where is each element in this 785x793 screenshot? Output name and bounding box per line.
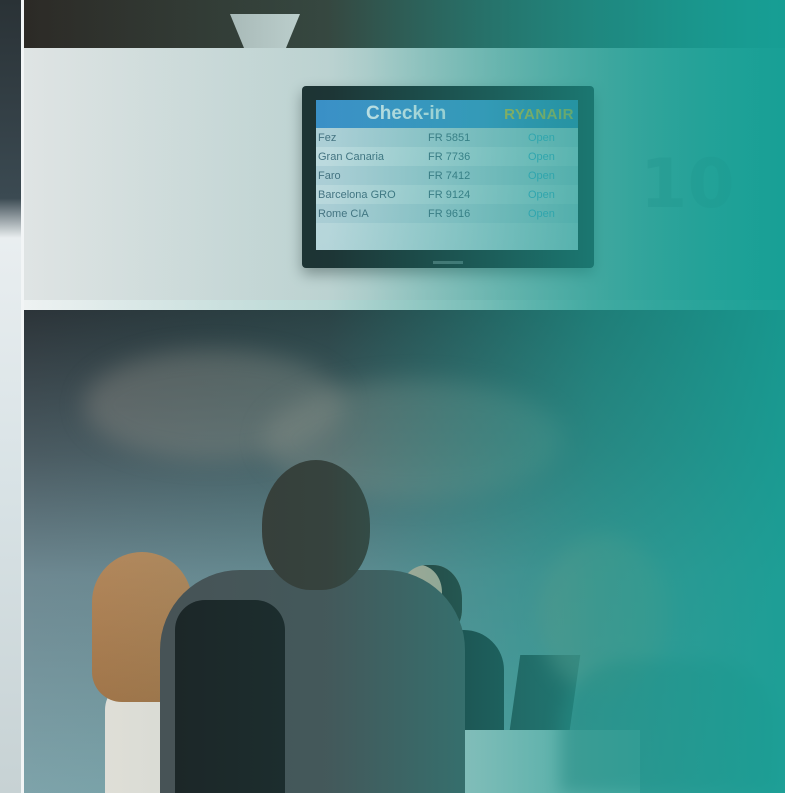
monitor-logo [433,261,463,264]
airport-checkin-scene: 10 Check-in RYANAIR Fez FR 5851 Open Gra… [0,0,785,793]
flight-destination: Barcelona GRO [318,188,396,201]
ceiling [24,0,785,48]
flight-list: Fez FR 5851 Open Gran Canaria FR 7736 Op… [316,128,578,223]
wall-edge [24,300,785,310]
flight-destination: Gran Canaria [318,150,385,163]
flight-status: Open [528,188,555,201]
screen-header: Check-in RYANAIR [316,100,578,128]
flight-number: FR 5851 [428,131,471,144]
flight-number: FR 9124 [428,188,471,201]
man-head [262,460,370,590]
backpack [175,600,285,793]
board-title: Check-in [366,103,447,124]
flight-row: Rome CIA FR 9616 Open [316,204,578,223]
flight-row: Fez FR 5851 Open [316,128,578,147]
flight-destination: Faro [318,169,341,182]
blurred-person-body [560,660,780,793]
flight-number: FR 7736 [428,150,471,163]
flight-row: Faro FR 7412 Open [316,166,578,185]
flight-row: Gran Canaria FR 7736 Open [316,147,578,166]
flight-status: Open [528,131,555,144]
flight-row: Barcelona GRO FR 9124 Open [316,185,578,204]
airline-brand: RYANAIR [504,105,574,123]
flight-status: Open [528,169,555,182]
checkin-monitor: Check-in RYANAIR Fez FR 5851 Open Gran C… [302,86,594,268]
flight-number: FR 7412 [428,169,471,182]
flight-number: FR 9616 [428,207,471,220]
flight-destination: Rome CIA [318,207,369,220]
left-edge-panel [0,0,24,793]
flight-destination: Fez [318,131,337,144]
checkin-screen: Check-in RYANAIR Fez FR 5851 Open Gran C… [316,100,578,250]
counter-number: 10 [640,145,735,224]
flight-status: Open [528,207,555,220]
flight-status: Open [528,150,555,163]
